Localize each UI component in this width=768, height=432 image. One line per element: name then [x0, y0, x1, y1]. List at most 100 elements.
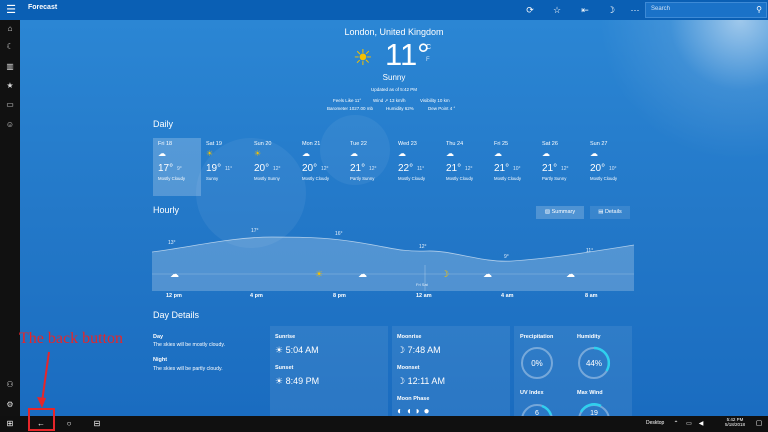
cloudy-icon: ☁ [158, 149, 166, 158]
cloudy-icon: ☁ [566, 269, 575, 279]
daily-forecast-tile[interactable]: Mon 21 ☁ 20° 12° Mostly Cloudy [297, 138, 345, 196]
volume-icon[interactable]: ◀ [694, 418, 708, 430]
account-icon[interactable]: ⚇ [3, 378, 17, 392]
daily-condition: Mostly Cloudy [446, 176, 473, 181]
clock[interactable]: 5:42 PM 5/18/2018 [720, 417, 750, 427]
sun-icon: ☀ [353, 45, 373, 70]
notification-icon[interactable]: ▢ [752, 418, 766, 430]
menu-icon[interactable]: ☰ [4, 3, 18, 17]
sun-icon: ☀ [254, 149, 262, 158]
daily-day-name: Thu 24 [446, 141, 464, 147]
precip-label: Precipitation [520, 334, 554, 340]
daily-low: 10° [513, 166, 521, 172]
night-label: Night [153, 357, 168, 363]
windows-start-icon[interactable]: ⊞ [3, 418, 17, 430]
details-button[interactable]: ▤ Details [590, 206, 630, 219]
search-icon[interactable]: ⚲ [756, 5, 762, 14]
day-description: The skies will be mostly cloudy. [153, 342, 225, 348]
cloudy-icon: ☁ [590, 149, 598, 158]
historical-icon[interactable]: ▥ [3, 60, 17, 74]
moon-panel: Moonrise ☽ 7:48 AM Moonset ☽ 12:11 AM Mo… [392, 326, 510, 416]
annotation-arrow [37, 351, 50, 408]
summary-button[interactable]: ▨ Summary [536, 206, 584, 219]
daily-low: 11° [225, 166, 233, 172]
list-icon: ▤ [598, 209, 605, 215]
daily-forecast-tile[interactable]: Sun 20 ☀ 20° 12° Mostly Sunny [249, 138, 297, 196]
sunset-label: Sunset [275, 365, 294, 371]
daily-forecast-tile[interactable]: Sat 26 ☁ 21° 12° Partly Sunny [537, 138, 585, 196]
daily-high: 20° [302, 163, 318, 174]
moonset-label: Moonset [397, 365, 420, 371]
daily-low: 11° [417, 166, 425, 172]
favorite-icon[interactable]: ☆ [550, 3, 564, 17]
uv-label: UV Index [520, 390, 544, 396]
hourly-temp: 13° [168, 240, 176, 246]
daily-forecast-tile[interactable]: Wed 23 ☁ 22° 11° Mostly Cloudy [393, 138, 441, 196]
night-mode-icon[interactable]: ☽ [604, 3, 618, 17]
cloudy-icon: ☁ [446, 149, 454, 158]
hourly-heading: Hourly [153, 205, 180, 215]
daily-day-name: Sat 19 [206, 141, 222, 147]
daily-forecast-tile[interactable]: Sat 19 ☀ 19° 11° Sunny [201, 138, 249, 196]
daily-forecast-tile[interactable]: Sun 27 ☁ 20° 10° Mostly Cloudy [585, 138, 633, 196]
places-icon[interactable]: ★ [3, 79, 17, 93]
cloudy-icon: ☁ [358, 269, 367, 279]
sun-icon: ☀ [315, 269, 324, 279]
fahrenheit-toggle[interactable]: F [426, 57, 430, 63]
hourly-temp: 11° [586, 248, 594, 254]
hour-label: 4 am [501, 293, 514, 299]
celsius-toggle[interactable]: C [426, 44, 431, 51]
sidebar: ⌂ ☾ ▥ ★ ▭ ☺ ⚇ ⚙ [0, 20, 20, 416]
daily-day-name: Tue 22 [350, 141, 367, 147]
daily-condition: Sunny [206, 176, 219, 181]
moonrise-value: ☽ 7:48 AM [397, 345, 441, 356]
pin-icon[interactable]: ⇤ [578, 3, 592, 17]
daily-low: 12° [561, 166, 569, 172]
daily-day-name: Wed 23 [398, 141, 417, 147]
location-title: London, United Kingdom [344, 27, 444, 37]
cloudy-icon: ☁ [170, 269, 179, 279]
moon-phase-label: Moon Phase [397, 396, 430, 402]
desktop-label[interactable]: Desktop [646, 420, 664, 426]
app-title: Forecast [28, 4, 58, 11]
news-icon[interactable]: ▭ [3, 98, 17, 112]
daily-forecast-tile[interactable]: Thu 24 ☁ 21° 12° Mostly Cloudy [441, 138, 489, 196]
daily-forecast-tile[interactable]: Tue 22 ☁ 21° 12° Partly Sunny [345, 138, 393, 196]
feedback-icon[interactable]: ☺ [3, 118, 17, 132]
hour-label: 4 pm [250, 293, 263, 299]
hour-label: 8 pm [333, 293, 346, 299]
task-view-icon[interactable]: ⊟ [90, 418, 104, 430]
visibility: Visibility 10 km [420, 98, 450, 103]
daily-forecast-tile[interactable]: Fri 18 ☁ 17° 9° Mostly Cloudy [153, 138, 201, 196]
daily-condition: Mostly Sunny [254, 176, 280, 181]
current-condition: Sunny [382, 73, 406, 82]
maps-icon[interactable]: ☾ [3, 40, 17, 54]
updated-time: Updated as of 5:42 PM [370, 87, 418, 92]
cortana-icon[interactable]: ○ [62, 418, 76, 430]
daily-forecast-tile[interactable]: Fri 25 ☁ 21° 10° Mostly Cloudy [489, 138, 537, 196]
refresh-icon[interactable]: ⟳ [523, 3, 537, 17]
conditions-panel: Precipitation 0% Humidity 44% UV Index 6… [514, 326, 632, 416]
day-details-heading: Day Details [153, 310, 200, 320]
sunset-icon: ☀ [275, 376, 286, 386]
daily-day-name: Fri 25 [494, 141, 509, 147]
moon-phase-icon: ◖ [405, 406, 412, 416]
sunrise-label: Sunrise [275, 334, 296, 340]
daily-high: 22° [398, 163, 414, 174]
search-input[interactable]: Search ⚲ [645, 2, 767, 18]
sunrise-icon: ☀ [275, 345, 286, 355]
cloudy-icon: ☁ [350, 149, 358, 158]
chevron-up-icon[interactable]: ⌃ [669, 418, 683, 430]
humidity-value: 44% [585, 359, 602, 368]
daily-high: 21° [542, 163, 558, 174]
settings-icon[interactable]: ⚙ [3, 398, 17, 412]
daily-low: 12° [369, 166, 377, 172]
daily-high: 20° [254, 163, 270, 174]
more-icon[interactable]: ⋯ [628, 3, 642, 17]
barometer: Barometer 1027.00 mb [327, 106, 374, 111]
home-icon[interactable]: ⌂ [3, 22, 17, 36]
sunrise-time: 5:04 AM [285, 345, 319, 355]
daily-low: 12° [321, 166, 329, 172]
search-placeholder: Search [651, 6, 671, 12]
moon-phase-icon: ● [423, 406, 430, 416]
